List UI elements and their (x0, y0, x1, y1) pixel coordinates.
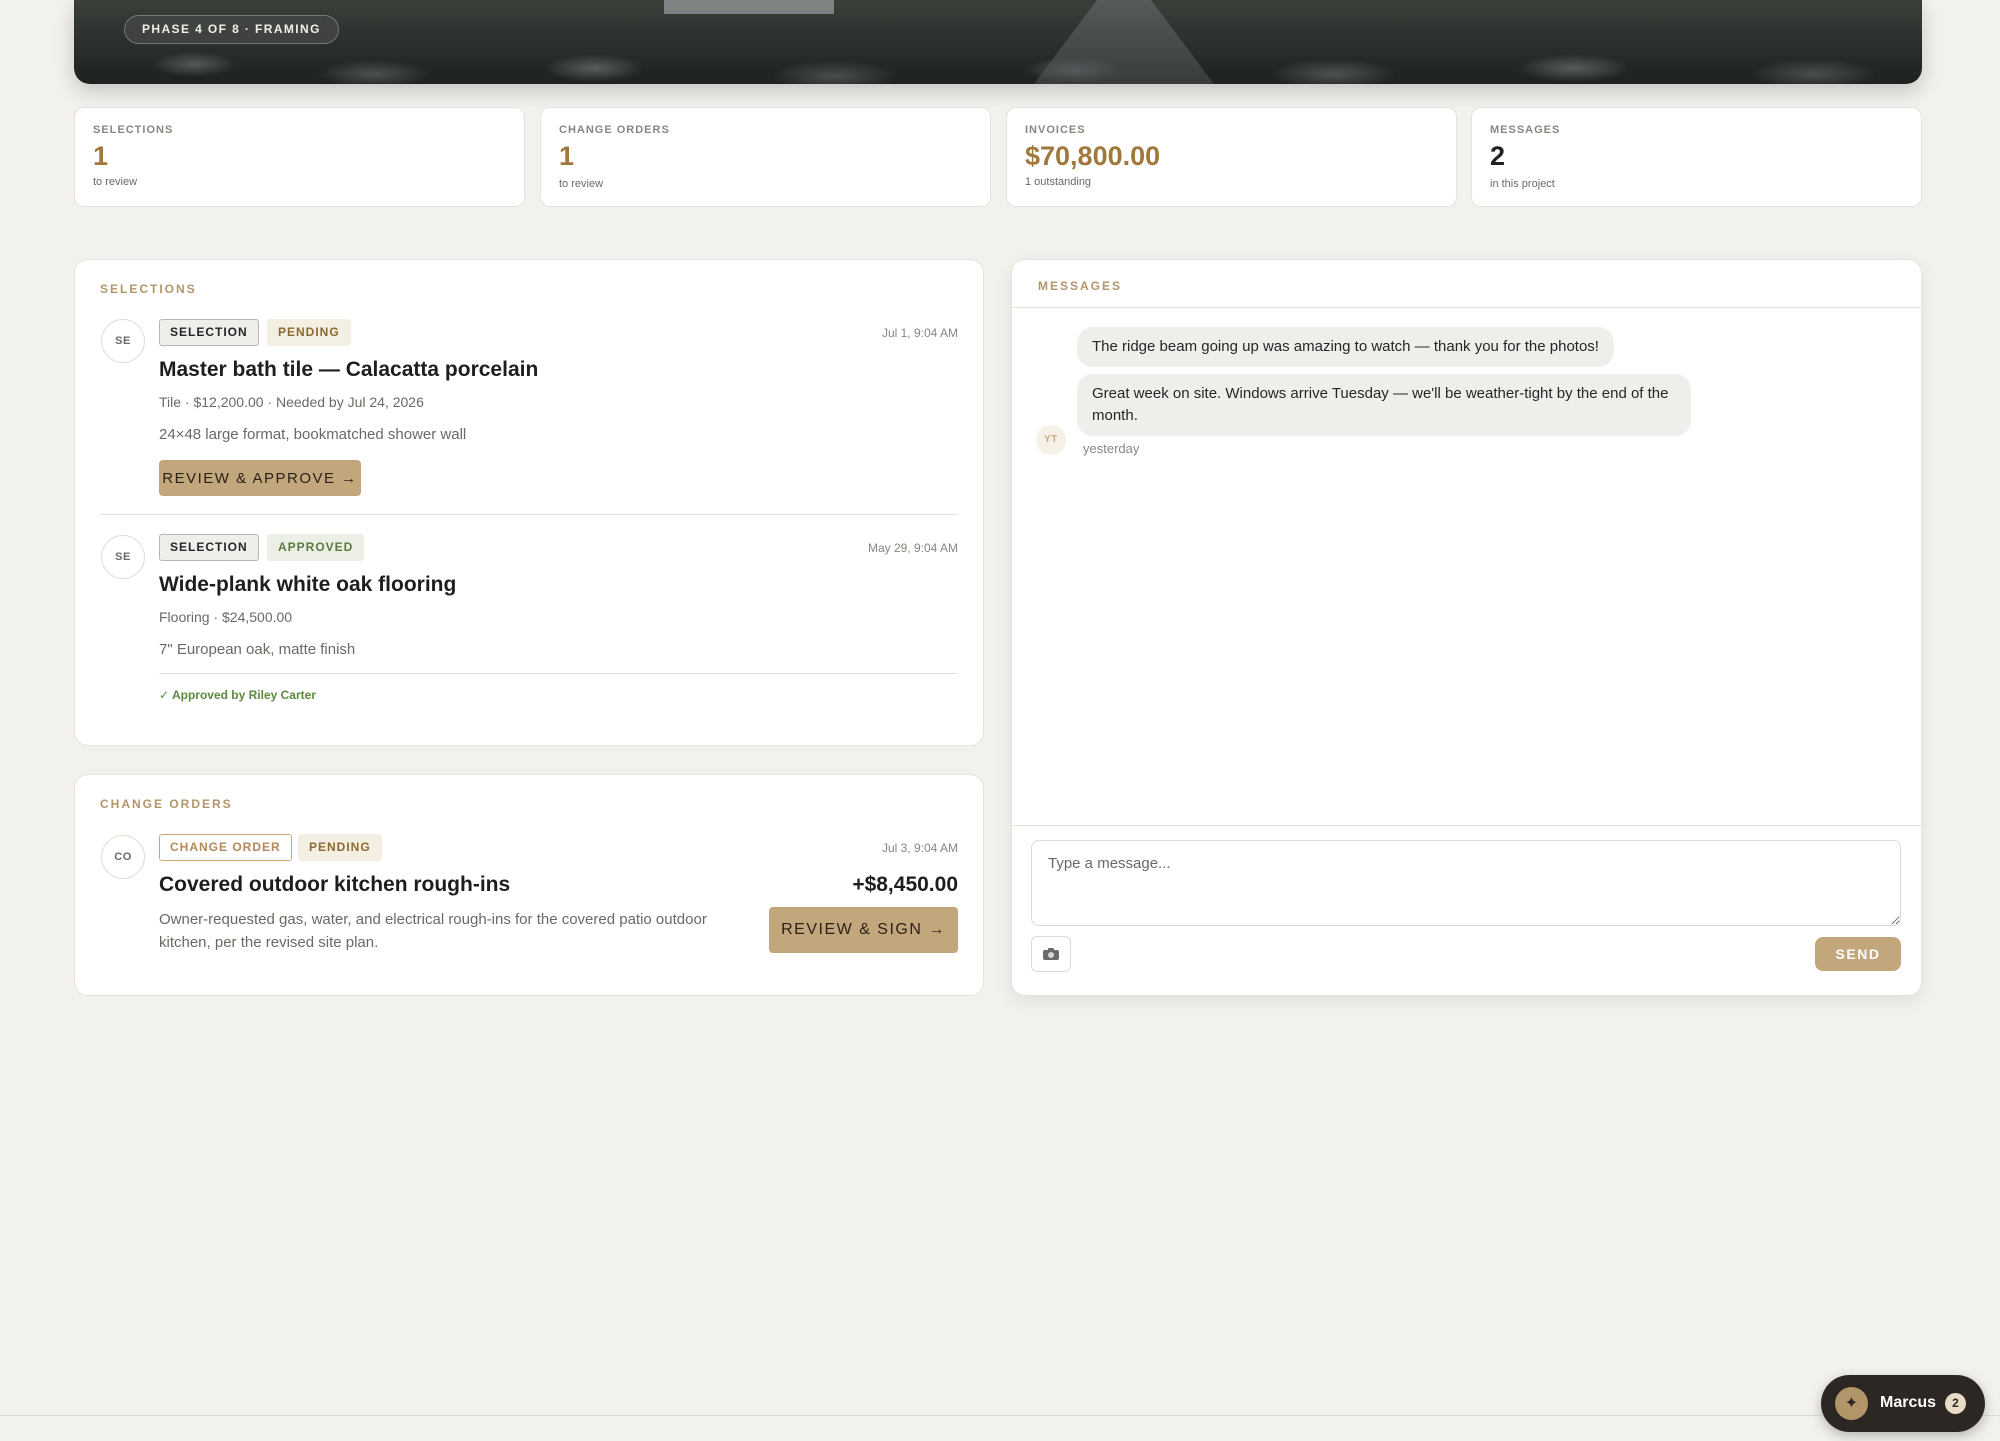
change-orders-title: CHANGE ORDERS (100, 797, 233, 811)
project-hero-image (74, 0, 1922, 84)
stat-value: 1 (93, 141, 109, 171)
message-bubble: The ridge beam going up was amazing to w… (1077, 327, 1614, 367)
stat-label: INVOICES (1025, 124, 1086, 136)
phase-badge: PHASE 4 OF 8 · FRAMING (124, 15, 339, 44)
status-badge: APPROVED (267, 534, 365, 561)
item-divider (100, 514, 958, 515)
item-meta: Flooring · $24,500.00 (159, 609, 293, 625)
assistant-launcher[interactable]: ✦ Marcus 2 (1821, 1375, 1985, 1432)
item-description: 7" European oak, matte finish (159, 641, 356, 658)
camera-icon (1043, 948, 1059, 960)
stat-card-selections[interactable]: SELECTIONS 1 to review (74, 107, 525, 207)
approved-by-note: ✓ Approved by Riley Carter (159, 688, 316, 702)
type-tag: SELECTION (159, 534, 259, 561)
review-approve-button[interactable]: REVIEW & APPROVE → (159, 460, 361, 496)
stat-label: SELECTIONS (93, 124, 174, 136)
message-bubble: Great week on site. Windows arrive Tuesd… (1077, 374, 1691, 436)
item-title: Covered outdoor kitchen rough-ins (159, 873, 511, 896)
message-input[interactable] (1031, 840, 1901, 926)
stat-sub: to review (559, 178, 604, 190)
messages-header-divider (1012, 307, 1921, 308)
item-meta: Tile · $12,200.00 · Needed by Jul 24, 20… (159, 394, 424, 410)
stat-card-change-orders[interactable]: CHANGE ORDERS 1 to review (540, 107, 991, 207)
item-title: Master bath tile — Calacatta porcelain (159, 358, 539, 381)
stat-value: 2 (1490, 141, 1506, 171)
notification-badge: 2 (1945, 1393, 1966, 1414)
type-tag: SELECTION (159, 319, 259, 346)
item-description: Owner-requested gas, water, and electric… (159, 911, 707, 951)
review-sign-button[interactable]: REVIEW & SIGN → (769, 907, 958, 953)
footer-divider (0, 1415, 2000, 1416)
status-badge: PENDING (267, 319, 351, 346)
attach-photo-button[interactable] (1031, 936, 1071, 972)
stat-value: $70,800.00 (1025, 141, 1161, 171)
item-description: 24×48 large format, bookmatched shower w… (159, 426, 467, 443)
item-timestamp: Jul 1, 9:04 AM (881, 326, 958, 340)
sender-avatar: YT (1036, 425, 1066, 455)
item-avatar: CO (101, 835, 145, 879)
item-divider (159, 673, 958, 674)
selections-title: SELECTIONS (100, 282, 197, 296)
send-button[interactable]: SEND (1815, 937, 1901, 971)
messages-title: MESSAGES (1038, 279, 1123, 293)
change-order-amount: +$8,450.00 (852, 873, 958, 896)
assistant-name: Marcus (1880, 1394, 1937, 1411)
status-badge: PENDING (298, 834, 382, 861)
stat-label: CHANGE ORDERS (559, 124, 670, 136)
stat-value: 1 (559, 141, 575, 171)
item-avatar: SE (101, 535, 145, 579)
sparkle-icon: ✦ (1835, 1387, 1868, 1420)
message-time: yesterday (1083, 441, 1140, 456)
stat-label: MESSAGES (1490, 124, 1561, 136)
hero-landscape-detail (74, 24, 1922, 84)
stat-card-messages[interactable]: MESSAGES 2 in this project (1471, 107, 1922, 207)
item-avatar: SE (101, 319, 145, 363)
stat-sub: to review (93, 176, 138, 188)
stat-sub: in this project (1490, 178, 1555, 190)
type-tag: CHANGE ORDER (159, 834, 292, 861)
stat-card-invoices[interactable]: INVOICES $70,800.00 1 outstanding (1006, 107, 1457, 207)
item-timestamp: Jul 3, 9:04 AM (881, 841, 958, 855)
composer-divider (1012, 825, 1921, 826)
hero-house-detail (664, 0, 834, 14)
item-title: Wide-plank white oak flooring (159, 573, 457, 596)
item-timestamp: May 29, 9:04 AM (867, 541, 958, 555)
stat-sub: 1 outstanding (1025, 176, 1092, 188)
